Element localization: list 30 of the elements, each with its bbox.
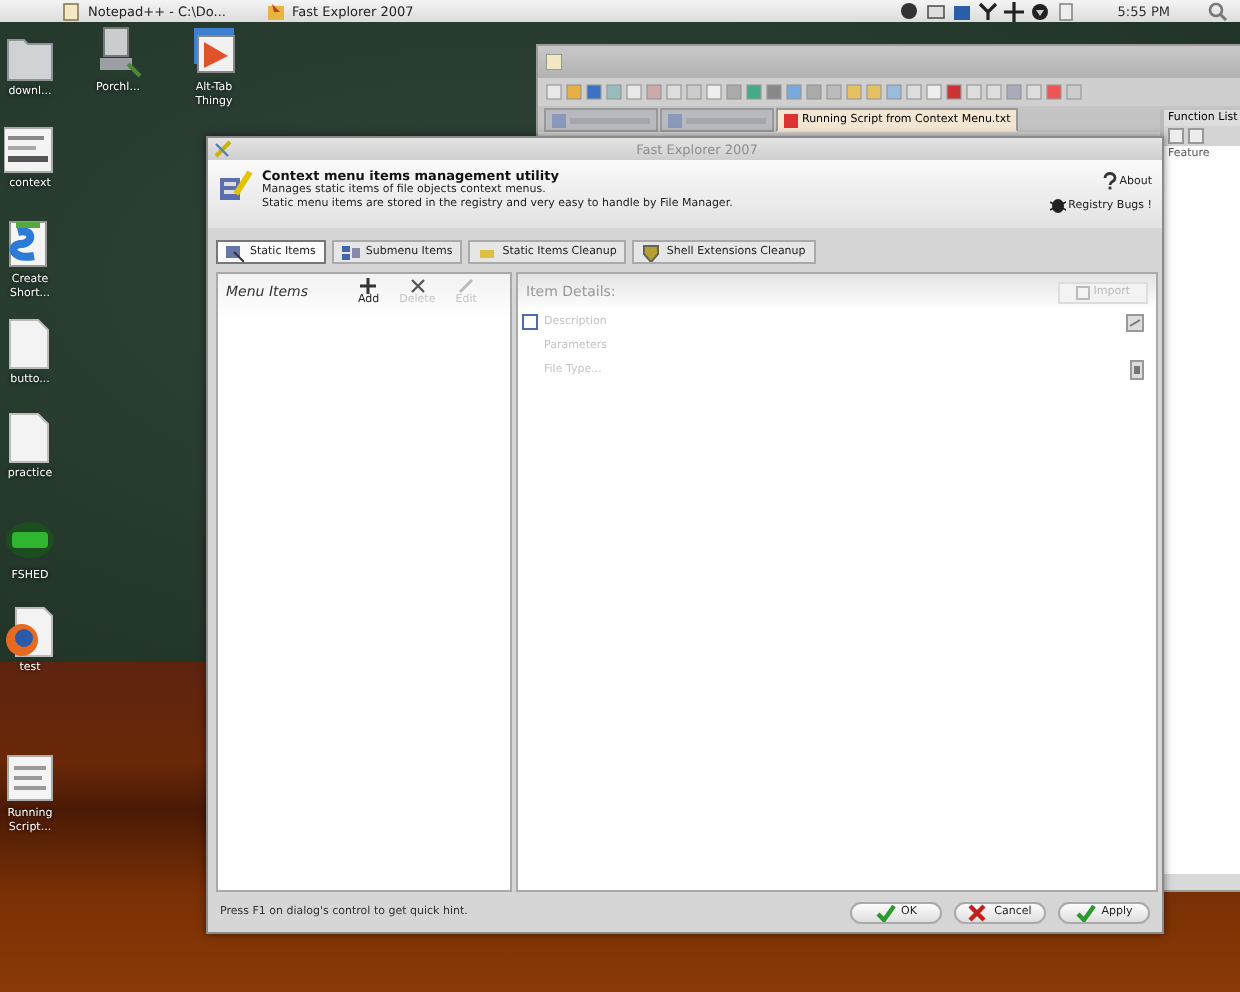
bug-icon (1050, 196, 1067, 214)
checkbox[interactable] (522, 314, 538, 330)
cross-icon (409, 278, 426, 294)
submenu-icon (341, 243, 360, 261)
check-icon (1075, 903, 1096, 921)
editor-tab[interactable] (660, 108, 774, 132)
checkbox-icon (1075, 285, 1090, 299)
notepad-icon (62, 1, 82, 21)
move-icon[interactable] (1003, 1, 1024, 21)
help-icon (1101, 172, 1118, 190)
editor-tab[interactable] (544, 108, 658, 132)
check-icon (875, 903, 896, 921)
shield-icon (642, 243, 661, 261)
file-icon (552, 113, 566, 127)
pencil-icon (458, 278, 475, 294)
file-icon (668, 113, 682, 127)
wand-menu-icon (218, 168, 254, 204)
file-icon (784, 113, 798, 127)
bird-icon[interactable] (977, 1, 998, 21)
list-icon (226, 243, 244, 261)
folder-icon (265, 1, 286, 21)
plus-icon (360, 278, 377, 294)
text-file-icon[interactable] (4, 750, 56, 806)
browser-icon[interactable] (4, 604, 56, 660)
browse-icon[interactable] (1130, 360, 1144, 380)
notepad-icon (546, 54, 562, 70)
cross-icon (968, 903, 989, 921)
edit-icon[interactable] (1126, 313, 1144, 331)
search-icon[interactable] (1208, 1, 1228, 21)
window-icon[interactable] (951, 1, 972, 21)
